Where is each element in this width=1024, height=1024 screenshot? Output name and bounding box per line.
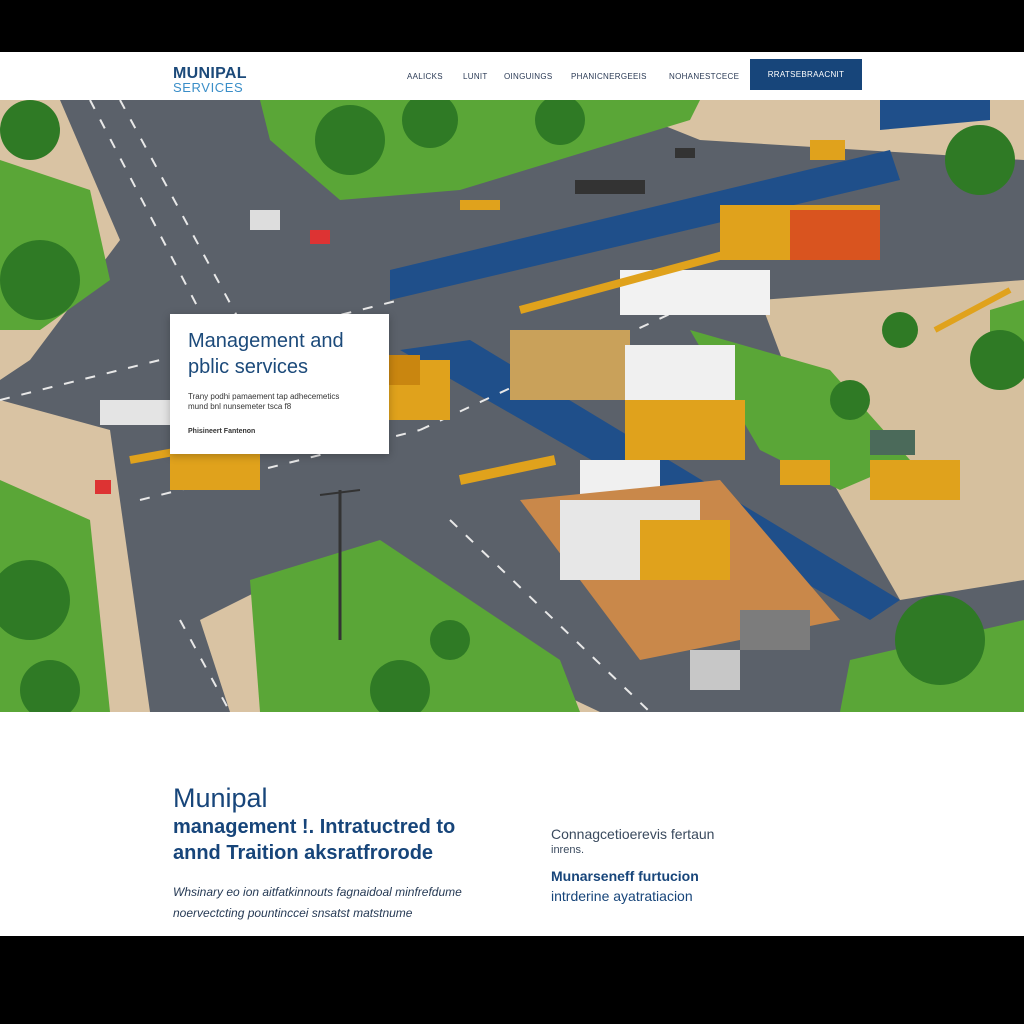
bottom-letterbox — [0, 936, 1024, 1024]
nav-link-4[interactable]: PHANICNERGEEIS — [571, 72, 647, 81]
side-title: Connagcetioerevis fertaun — [551, 826, 715, 842]
header-cta-button[interactable]: RRATSEBRAACNIT — [750, 59, 862, 90]
main-desc-line2: noervectcting pountinccei snsatst matstn… — [173, 906, 413, 920]
nav-link-5[interactable]: NOHANESTCECE — [669, 72, 739, 81]
side-strong-line1: Munarseneff furtucion — [551, 868, 699, 884]
hero-meta: Phisineert Fantenon — [188, 428, 256, 435]
content-section: Munipal management !. Intratuctred to an… — [0, 712, 1024, 936]
nav-link-3[interactable]: OINGUINGS — [504, 72, 552, 81]
hero-title-line2: pblic services — [188, 356, 309, 378]
main-desc-line1: Whsinary eo ion aitfatkinnouts fagnaidoa… — [173, 885, 462, 899]
logo-sub-text: SERVICES — [173, 80, 244, 95]
main-heading-line1: Munipal — [173, 783, 268, 813]
nav-link-1[interactable]: AALICKS — [407, 72, 443, 81]
hero-title: Management and pblic services — [188, 328, 371, 380]
hero-title-line1: Management and — [188, 330, 344, 352]
main-description: Whsinary eo ion aitfatkinnouts fagnaidoa… — [173, 882, 493, 924]
top-letterbox — [0, 0, 1024, 52]
hero-text-line1: Trany podhi pamaement tap adhecemetics — [188, 392, 340, 401]
side-strong-line2: intrderine ayatratiacion — [551, 888, 693, 904]
web-page: MUNIPAL SERVICES AALICKS LUNIT OINGUINGS… — [0, 52, 1024, 936]
nav-link-2[interactable]: LUNIT — [463, 72, 488, 81]
main-heading-line3: annd Traition aksratfrorode — [173, 842, 434, 864]
main-heading-line2: management !. Intratuctred to — [173, 816, 456, 838]
site-header: MUNIPAL SERVICES AALICKS LUNIT OINGUINGS… — [0, 52, 1024, 100]
side-info-block: Connagcetioerevis fertaun inrens. Munars… — [551, 826, 811, 906]
hero-description: Trany podhi pamaement tap adhecemetics m… — [188, 392, 371, 412]
side-subtitle: inrens. — [551, 844, 585, 856]
hero-info-card: Management and pblic services Trany podh… — [170, 314, 389, 454]
hero-text-line2: mund bnl nunsemeter tsca f8 — [188, 402, 292, 411]
hero-image: Management and pblic services Trany podh… — [0, 100, 1024, 712]
aerial-city-illustration — [0, 100, 1024, 712]
main-heading: Munipal management !. Intratuctred to an… — [173, 782, 513, 866]
site-logo[interactable]: MUNIPAL SERVICES — [173, 66, 247, 95]
